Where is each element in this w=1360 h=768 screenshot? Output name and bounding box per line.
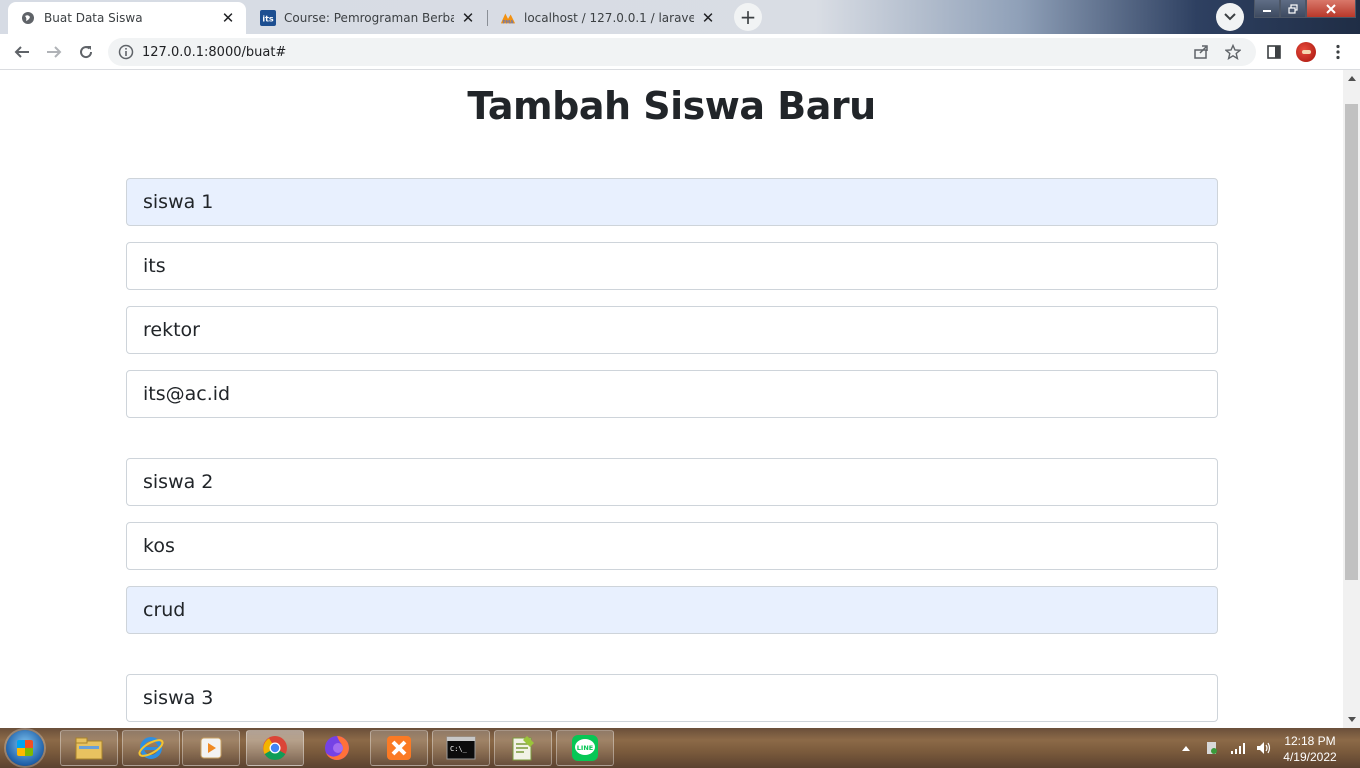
restore-icon bbox=[1288, 3, 1298, 14]
windows-taskbar: C:\_ LINE bbox=[0, 728, 1360, 768]
window-controls bbox=[1254, 0, 1360, 20]
page-scrollbar[interactable] bbox=[1343, 70, 1360, 728]
site-info-icon[interactable] bbox=[118, 44, 134, 60]
command-prompt-icon[interactable]: C:\_ bbox=[432, 730, 490, 766]
svg-text:C:\_: C:\_ bbox=[450, 745, 468, 753]
scroll-down-arrow[interactable] bbox=[1343, 711, 1360, 728]
svg-text:PMA: PMA bbox=[502, 19, 514, 25]
taskbar-clock[interactable]: 12:18 PM 4/19/2022 bbox=[1270, 733, 1350, 765]
globe-icon bbox=[20, 10, 36, 26]
scroll-up-arrow[interactable] bbox=[1343, 70, 1360, 87]
media-player-icon[interactable] bbox=[182, 730, 240, 766]
back-button[interactable] bbox=[12, 42, 32, 62]
tab-search-button[interactable] bbox=[1216, 3, 1244, 31]
chevron-down-icon bbox=[1224, 13, 1236, 21]
close-tab-icon[interactable]: ✕ bbox=[220, 9, 236, 27]
action-center-icon[interactable] bbox=[1204, 740, 1220, 756]
siswa-3-name-input[interactable] bbox=[126, 674, 1218, 722]
phpmyadmin-icon: PMA bbox=[500, 10, 516, 26]
address-bar[interactable]: 127.0.0.1:8000/buat# bbox=[108, 38, 1256, 66]
back-arrow-icon bbox=[14, 46, 29, 58]
page-title: Tambah Siswa Baru bbox=[467, 84, 876, 128]
tab-strip: Buat Data Siswa ✕ its Course: Pemrograma… bbox=[0, 0, 1360, 34]
page-viewport: Tambah Siswa Baru bbox=[0, 70, 1343, 728]
network-signal-icon[interactable] bbox=[1230, 740, 1246, 756]
triangle-down-icon bbox=[1347, 717, 1356, 722]
tab-title: localhost / 127.0.0.1 / laravel / si bbox=[524, 11, 694, 25]
share-icon[interactable] bbox=[1192, 43, 1210, 61]
file-explorer-icon[interactable] bbox=[60, 730, 118, 766]
tab-course[interactable]: its Course: Pemrograman Berbasis K ✕ bbox=[248, 2, 486, 34]
minimize-icon bbox=[1263, 9, 1271, 12]
xampp-icon[interactable] bbox=[370, 730, 428, 766]
start-button[interactable] bbox=[6, 730, 44, 766]
close-tab-icon[interactable]: ✕ bbox=[700, 9, 716, 27]
its-icon: its bbox=[260, 10, 276, 26]
siswa-2-role-input[interactable] bbox=[126, 586, 1218, 634]
profile-avatar[interactable] bbox=[1296, 42, 1316, 62]
clock-date: 4/19/2022 bbox=[1283, 750, 1337, 764]
firefox-icon[interactable] bbox=[308, 730, 366, 766]
internet-explorer-icon[interactable] bbox=[122, 730, 180, 766]
scrollbar-thumb[interactable] bbox=[1345, 104, 1358, 580]
siswa-2-school-input[interactable] bbox=[126, 522, 1218, 570]
forward-button[interactable] bbox=[44, 42, 64, 62]
browser-menu-button[interactable] bbox=[1328, 42, 1348, 62]
triangle-up-icon bbox=[1347, 76, 1356, 81]
side-panel-icon bbox=[1267, 45, 1281, 59]
browser-toolbar: 127.0.0.1:8000/buat# bbox=[0, 34, 1360, 70]
close-icon bbox=[1326, 3, 1336, 14]
siswa-2-name-input[interactable] bbox=[126, 458, 1218, 506]
line-icon[interactable]: LINE bbox=[556, 730, 614, 766]
close-tab-icon[interactable]: ✕ bbox=[460, 9, 476, 27]
siswa-1-role-input[interactable] bbox=[126, 306, 1218, 354]
minimize-button[interactable] bbox=[1254, 0, 1280, 18]
bookmark-star-icon[interactable] bbox=[1224, 43, 1242, 61]
show-hidden-icons[interactable] bbox=[1178, 740, 1194, 756]
tab-buat-data-siswa[interactable]: Buat Data Siswa ✕ bbox=[8, 2, 246, 34]
siswa-1-school-input[interactable] bbox=[126, 242, 1218, 290]
url-text[interactable]: 127.0.0.1:8000/buat# bbox=[142, 45, 1192, 60]
notepad-plus-plus-icon[interactable] bbox=[494, 730, 552, 766]
siswa-1-email-input[interactable] bbox=[126, 370, 1218, 418]
new-tab-button[interactable]: + bbox=[734, 3, 762, 31]
restore-button[interactable] bbox=[1280, 0, 1306, 18]
svg-text:its: its bbox=[262, 15, 274, 24]
reload-button[interactable] bbox=[76, 42, 96, 62]
tab-title: Buat Data Siswa bbox=[44, 11, 143, 25]
clock-time: 12:18 PM bbox=[1284, 734, 1336, 748]
chrome-icon[interactable] bbox=[246, 730, 304, 766]
side-panel-button[interactable] bbox=[1264, 42, 1284, 62]
close-window-button[interactable] bbox=[1306, 0, 1356, 18]
tab-title: Course: Pemrograman Berbasis K bbox=[284, 11, 454, 25]
reload-icon bbox=[80, 46, 93, 59]
system-tray bbox=[1178, 728, 1282, 768]
siswa-1-name-input[interactable] bbox=[126, 178, 1218, 226]
more-vert-icon bbox=[1336, 44, 1340, 60]
tab-phpmyadmin[interactable]: PMA localhost / 127.0.0.1 / laravel / si… bbox=[488, 2, 726, 34]
forward-arrow-icon bbox=[47, 46, 62, 58]
svg-text:LINE: LINE bbox=[577, 744, 593, 752]
